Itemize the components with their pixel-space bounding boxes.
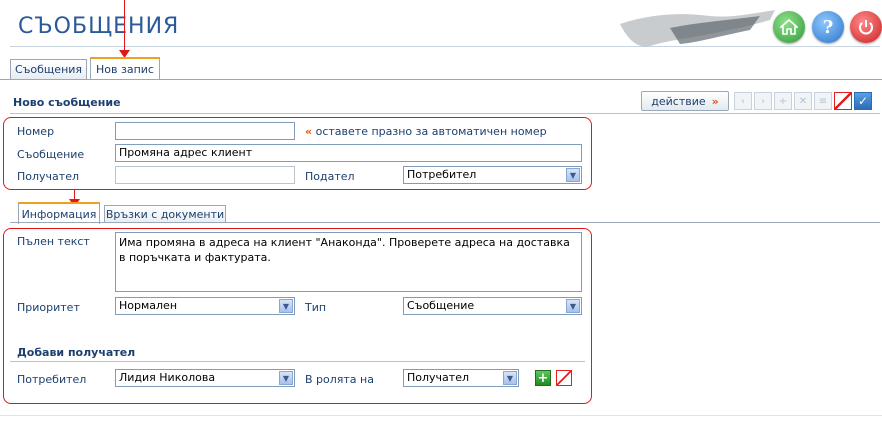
brush-decoration (620, 10, 775, 47)
user-label: Потребител (17, 373, 87, 386)
tabbar-divider (0, 79, 882, 80)
tab-label: Нов запис (96, 62, 154, 76)
help-icon: ? (822, 16, 834, 38)
hint-text: оставете празно за автоматичен номер (315, 125, 547, 138)
number-input[interactable] (115, 122, 295, 140)
type-select[interactable]: Съобщение ▼ (403, 297, 582, 315)
sender-label: Подател (305, 170, 355, 183)
add-recipient-title: Добави получател (17, 346, 136, 359)
double-chevron-right-icon: » (711, 94, 719, 108)
tab-label: Връзки с документи (105, 208, 225, 221)
chevron-down-icon: ▼ (279, 299, 293, 313)
priority-select-value: Нормален (119, 299, 178, 312)
message-input[interactable]: Промяна адрес клиент (115, 144, 582, 162)
priority-select[interactable]: Нормален ▼ (115, 297, 295, 315)
tab-messages[interactable]: Съобщения (10, 59, 87, 79)
sender-select[interactable]: Потребител ▼ (403, 166, 582, 184)
role-select[interactable]: Получател ▼ (403, 369, 519, 387)
double-chevron-left-icon: « (305, 125, 313, 138)
tab-label: Съобщения (14, 63, 83, 76)
help-button[interactable]: ? (812, 11, 844, 43)
number-label: Номер (17, 125, 55, 138)
add-recipient-divider (10, 361, 585, 362)
footer-divider (0, 415, 882, 416)
priority-label: Приоритет (17, 301, 80, 314)
home-icon (780, 19, 798, 35)
add-record-icon[interactable]: + (774, 92, 792, 110)
cancel-icon[interactable] (834, 92, 852, 110)
recipient-label: Получател (17, 170, 79, 183)
type-label: Тип (305, 301, 327, 314)
inner-tabbar-divider (10, 222, 880, 223)
delete-record-icon[interactable]: ✕ (794, 92, 812, 110)
chevron-down-icon: ▼ (566, 168, 580, 182)
section-title: Ново съобщение (13, 96, 121, 109)
recipient-input[interactable] (115, 166, 295, 184)
next-icon[interactable]: › (754, 92, 772, 110)
home-button[interactable] (773, 11, 805, 43)
list-icon[interactable]: ≡ (814, 92, 832, 110)
add-recipient-button[interactable]: + (535, 370, 551, 386)
previous-icon[interactable]: ‹ (734, 92, 752, 110)
user-select[interactable]: Лидия Николова ▼ (115, 369, 295, 387)
role-label: В ролята на (305, 373, 374, 386)
confirm-icon[interactable]: ✓ (854, 92, 872, 110)
sender-select-value: Потребител (407, 168, 477, 181)
tab-document-links[interactable]: Връзки с документи (104, 205, 226, 223)
tab-new-record[interactable]: Нов запис (90, 57, 160, 79)
tab-information[interactable]: Информация (18, 202, 100, 224)
tab-label: Информация (21, 207, 97, 221)
fulltext-textarea[interactable]: Има промяна в адреса на клиент "Анаконда… (115, 232, 582, 292)
chevron-down-icon: ▼ (566, 299, 580, 313)
power-icon (859, 20, 873, 35)
number-hint: « оставете празно за автоматичен номер (305, 125, 547, 138)
role-select-value: Получател (407, 371, 469, 384)
message-label: Съобщение (17, 148, 85, 161)
section-divider (10, 113, 880, 114)
chevron-down-icon: ▼ (279, 371, 293, 385)
app-title: СЪОБЩЕНИЯ (18, 14, 180, 39)
clear-recipient-button[interactable] (556, 370, 572, 386)
pointer-arrow-top (124, 0, 125, 52)
plus-icon: + (537, 370, 549, 386)
fulltext-label: Пълен текст (17, 235, 90, 248)
type-select-value: Съобщение (407, 299, 475, 312)
user-select-value: Лидия Николова (119, 371, 216, 384)
action-label: действие (651, 94, 706, 108)
action-button[interactable]: действие » (641, 91, 729, 111)
power-button[interactable] (850, 11, 882, 43)
chevron-down-icon: ▼ (503, 371, 517, 385)
